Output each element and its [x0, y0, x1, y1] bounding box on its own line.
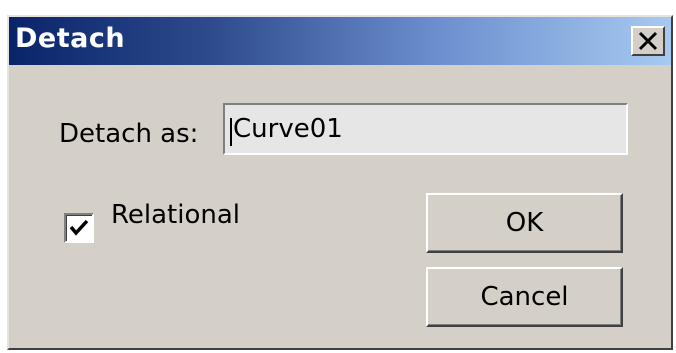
text-caret — [230, 118, 232, 146]
cancel-button[interactable]: Cancel — [426, 267, 623, 327]
close-icon — [638, 31, 658, 51]
relational-checkbox[interactable] — [64, 213, 94, 243]
close-button[interactable] — [631, 26, 665, 56]
detach-dialog: Detach Detach as: Relational OK Cancel — [7, 15, 673, 350]
ok-button[interactable]: OK — [426, 193, 623, 253]
detach-as-label: Detach as: — [59, 119, 199, 149]
relational-label: Relational — [111, 200, 241, 230]
checkmark-icon — [69, 219, 89, 236]
detach-as-input[interactable] — [223, 103, 628, 155]
dialog-title: Detach — [15, 23, 126, 54]
title-bar[interactable]: Detach — [9, 17, 671, 65]
